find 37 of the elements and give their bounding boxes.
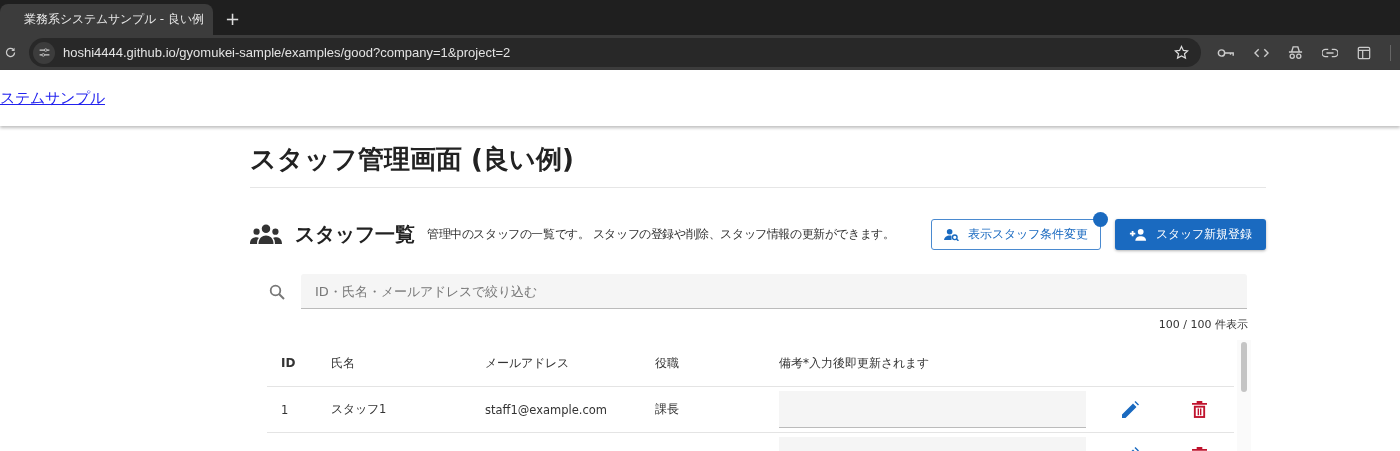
home-link[interactable]: ステムサンプル	[0, 88, 105, 108]
section-title: スタッフ一覧	[295, 220, 415, 248]
column-header: 役職	[655, 354, 680, 372]
table-cell-text: スタッフ1	[331, 402, 388, 417]
filter-button[interactable]: 表示スタッフ条件変更	[931, 218, 1101, 250]
add-staff-button[interactable]: スタッフ新規登録	[1115, 218, 1266, 250]
browser-tab[interactable]: 業務系システムサンプル - 良い例	[0, 4, 213, 35]
table-cell-text: 課長	[655, 402, 680, 417]
table-cell-text: staff1@example.com	[485, 402, 608, 417]
result-count: 100 / 100 件表示	[1158, 317, 1248, 332]
group-icon	[250, 223, 282, 245]
star-icon[interactable]	[1174, 45, 1189, 60]
url-text: hoshi4444.github.io/gyomukei-sample/examples/good?company=1&project=2	[63, 45, 512, 60]
key-icon[interactable]	[1217, 46, 1235, 59]
code-icon[interactable]	[1254, 46, 1269, 59]
page-title: スタッフ管理画面 (良い例)	[250, 142, 1266, 188]
search-field[interactable]: ID・氏名・メールアドレスで絞り込む	[301, 274, 1247, 309]
incognito-icon[interactable]	[1288, 45, 1303, 60]
layout-icon[interactable]	[1357, 45, 1371, 60]
remark-field[interactable]	[779, 391, 1086, 428]
column-header: ID	[280, 356, 297, 370]
scrollbar-thumb[interactable]	[1241, 342, 1247, 392]
site-settings-icon[interactable]	[33, 41, 55, 64]
column-header: 氏名	[331, 354, 356, 372]
search-icon	[269, 283, 285, 300]
delete-icon[interactable]	[1192, 401, 1207, 418]
address-bar[interactable]: hoshi4444.github.io/gyomukei-sample/examples/good?company=1&project=2	[29, 38, 1201, 67]
add-person-icon	[1129, 227, 1147, 241]
person-search-icon	[944, 227, 959, 241]
tab-title: 業務系システムサンプル - 良い例	[24, 11, 204, 28]
column-header: 備考*入力後即更新されます	[779, 354, 930, 372]
section-description: 管理中のスタッフの一覧です。 スタッフの登録や削除、スタッフ情報の更新ができます。	[427, 225, 895, 243]
reload-icon[interactable]	[4, 46, 17, 59]
column-header: メールアドレス	[485, 354, 570, 372]
link-icon[interactable]	[1322, 47, 1338, 58]
table-cell-text: 1	[280, 402, 290, 417]
new-tab-button[interactable]: +	[225, 8, 241, 29]
